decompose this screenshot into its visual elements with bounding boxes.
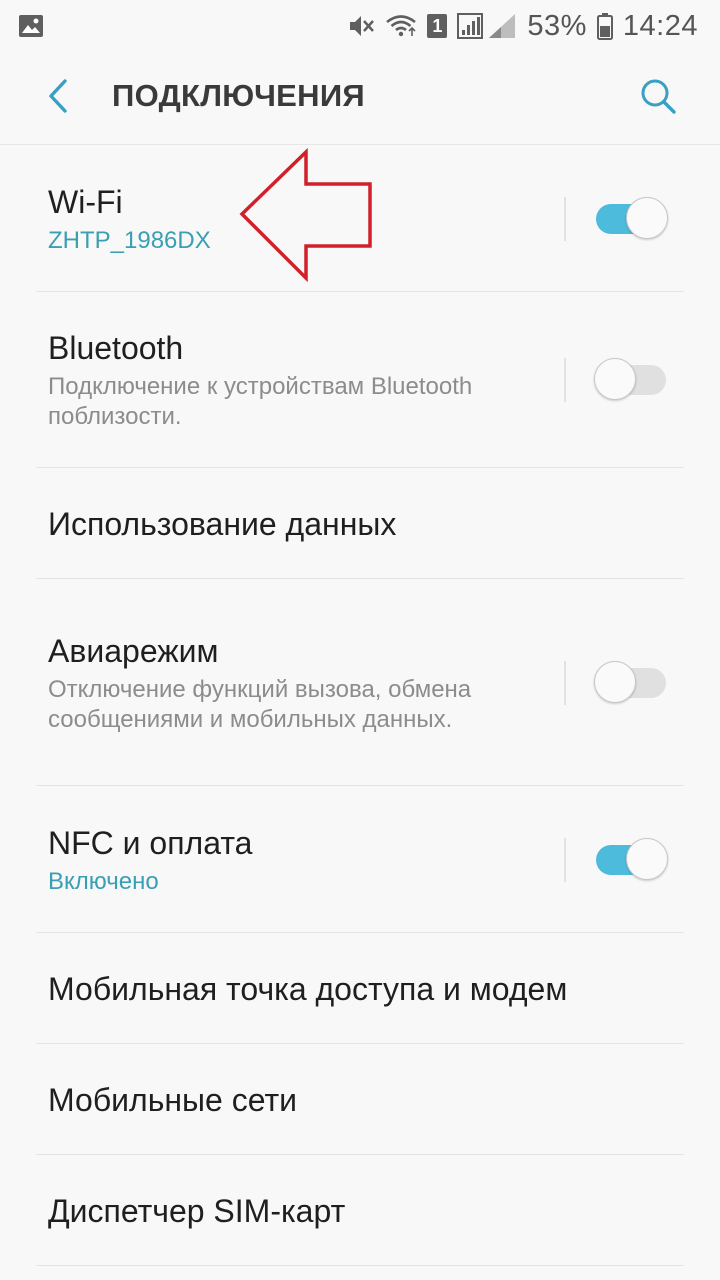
list-item-mobile-networks[interactable]: Мобильные сети: [0, 1044, 720, 1155]
item-title: Мобильная точка доступа и модем: [48, 970, 568, 1007]
list-item-nfc[interactable]: NFC и оплата Включено: [0, 786, 720, 933]
item-subtitle: Включено: [48, 867, 159, 895]
clock: 14:24: [622, 9, 698, 42]
page-title: ПОДКЛЮЧЕНИЯ: [112, 78, 366, 113]
divider: [564, 196, 566, 241]
divider: [564, 358, 566, 402]
toggle-area: [564, 660, 668, 705]
sim-slot-badge: 1: [427, 14, 448, 38]
toggle-area: [564, 196, 668, 241]
app-bar: ПОДКЛЮЧЕНИЯ: [0, 52, 720, 145]
divider: [564, 660, 566, 705]
list-item-data-usage[interactable]: Использование данных: [0, 468, 720, 579]
battery-percent: 53%: [527, 9, 587, 42]
airplane-mode-toggle[interactable]: [594, 660, 668, 705]
search-button[interactable]: [634, 74, 682, 122]
mute-icon: [347, 13, 375, 39]
toggle-area: [564, 837, 668, 882]
nfc-toggle[interactable]: [594, 837, 668, 882]
bluetooth-toggle[interactable]: [594, 358, 668, 402]
list-item-sim-manager[interactable]: Диспетчер SIM-карт: [0, 1155, 720, 1266]
settings-list: Wi-Fi ZHTP_1986DX Bluetooth Подключение …: [0, 145, 720, 1266]
status-bar: 1 53% 14:24: [0, 0, 720, 52]
search-icon: [638, 76, 678, 121]
item-subtitle: Отключение функций вызова, обмена сообще…: [48, 675, 472, 733]
item-title: Мобильные сети: [48, 1081, 297, 1118]
divider: [564, 837, 566, 882]
wifi-toggle[interactable]: [594, 196, 668, 241]
list-item-hotspot[interactable]: Мобильная точка доступа и модем: [0, 933, 720, 1044]
signal-icon: [457, 13, 517, 39]
chevron-left-icon: [45, 78, 71, 119]
item-subtitle: Подключение к устройствам Bluetooth побл…: [48, 373, 473, 430]
list-item-bluetooth[interactable]: Bluetooth Подключение к устройствам Blue…: [0, 292, 720, 468]
list-item-airplane-mode[interactable]: Авиарежим Отключение функций вызова, обм…: [0, 579, 720, 786]
image-icon: [18, 14, 44, 38]
wifi-icon: [385, 13, 417, 39]
item-title: Использование данных: [48, 505, 397, 542]
toggle-area: [564, 358, 668, 402]
list-item-wifi[interactable]: Wi-Fi ZHTP_1986DX: [0, 145, 720, 292]
back-button[interactable]: [36, 76, 80, 120]
item-title: Диспетчер SIM-карт: [48, 1192, 346, 1229]
item-subtitle: ZHTP_1986DX: [48, 226, 211, 254]
battery-icon: [596, 12, 613, 40]
